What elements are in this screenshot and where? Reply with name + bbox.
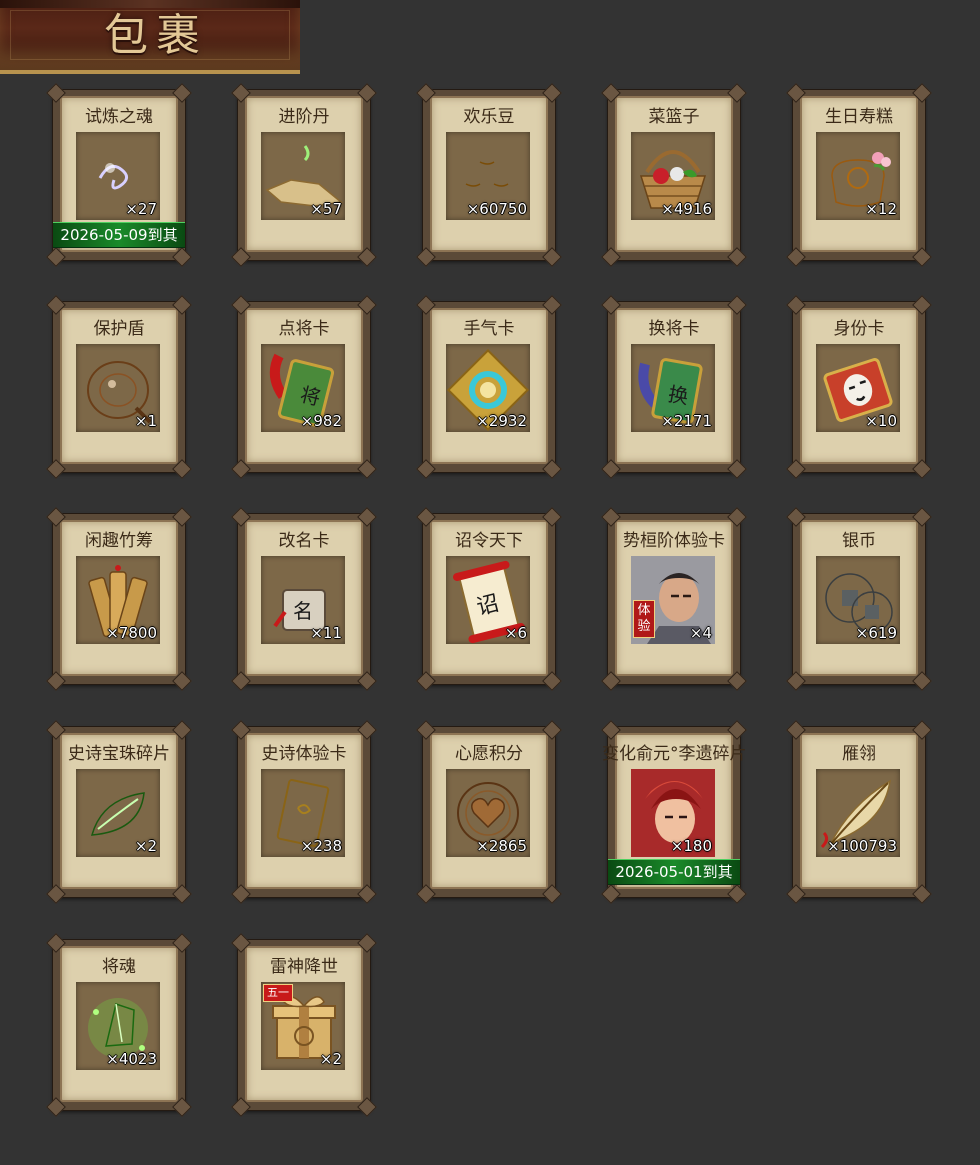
item-name: 保护盾 — [93, 319, 145, 339]
item-icon-slot: ×7800 — [76, 556, 160, 644]
item-name: 进阶丹 — [278, 107, 330, 127]
item-quantity: ×2 — [319, 1050, 342, 1068]
item-quantity: ×100793 — [827, 837, 897, 855]
item-name: 点将卡 — [278, 319, 330, 339]
item-quantity: ×6 — [504, 624, 527, 642]
item-name: 改名卡 — [278, 531, 330, 551]
item-icon-slot: ×4916 — [631, 132, 715, 220]
item-quantity: ×57 — [310, 200, 342, 218]
inventory-item-card[interactable]: 史诗体验卡 ×238 — [231, 720, 377, 904]
inventory-item-card[interactable]: 心愿积分 ×2865 — [416, 720, 562, 904]
item-badge: 五一 — [263, 984, 293, 1002]
inventory-item-card[interactable]: 银币 ×619 — [786, 507, 932, 691]
item-quantity: ×4023 — [106, 1050, 157, 1068]
item-quantity: ×180 — [670, 837, 712, 855]
item-quantity: ×1 — [134, 412, 157, 430]
inventory-item-card[interactable]: 势桓阶体验卡体验 ×4 — [601, 507, 747, 691]
item-icon-slot: ×2865 — [446, 769, 530, 857]
item-name: 换将卡 — [648, 319, 700, 339]
item-quantity: ×238 — [300, 837, 342, 855]
item-badge: 体验 — [633, 600, 655, 638]
inventory-item-card[interactable]: 雷神降世五一 ×2 — [231, 933, 377, 1117]
item-name: 身份卡 — [833, 319, 885, 339]
inventory-item-card[interactable]: 试炼之魂 ×27 2026-05-09到其 — [46, 83, 192, 267]
inventory-item-card[interactable]: 手气卡 ×2932 — [416, 295, 562, 479]
item-icon-slot: ×10 — [816, 344, 900, 432]
expiry-banner: 2026-05-01到其 — [608, 859, 740, 885]
inventory-item-card[interactable]: 雁翎 ×100793 — [786, 720, 932, 904]
item-icon-slot: ×2 — [76, 769, 160, 857]
inventory-item-card[interactable]: 生日寿糕 ×12 — [786, 83, 932, 267]
item-icon-slot: ×180 — [631, 769, 715, 857]
item-icon-slot: ×27 — [76, 132, 160, 220]
page-title: 包裹 — [104, 10, 208, 61]
item-name: 生日寿糕 — [825, 107, 893, 127]
item-quantity: ×619 — [855, 624, 897, 642]
expiry-banner: 2026-05-09到其 — [53, 222, 185, 248]
inventory-item-card[interactable]: 菜篮子 ×4916 — [601, 83, 747, 267]
item-icon-slot: ×57 — [261, 132, 345, 220]
inventory-item-card[interactable]: 身份卡 ×10 — [786, 295, 932, 479]
item-name: 雁翎 — [842, 744, 876, 764]
item-quantity: ×2171 — [661, 412, 712, 430]
item-icon-slot: ×619 — [816, 556, 900, 644]
inventory-item-card[interactable]: 保护盾 ×1 — [46, 295, 192, 479]
item-name: 银币 — [842, 531, 876, 551]
svg-text:名: 名 — [293, 599, 313, 623]
item-name: 手气卡 — [463, 319, 515, 339]
item-icon-slot: 诏 ×6 — [446, 556, 530, 644]
item-icon-slot: 名 ×11 — [261, 556, 345, 644]
item-quantity: ×10 — [865, 412, 897, 430]
item-name: 史诗体验卡 — [261, 744, 347, 764]
inventory-item-card[interactable]: 换将卡换 ×2171 — [601, 295, 747, 479]
item-icon-slot: ×12 — [816, 132, 900, 220]
item-quantity: ×2932 — [476, 412, 527, 430]
inventory-item-card[interactable]: 将魂 ×4023 — [46, 933, 192, 1117]
item-quantity: ×2 — [134, 837, 157, 855]
inventory-item-card[interactable]: 进阶丹 ×57 — [231, 83, 377, 267]
item-icon-slot: 换 ×2171 — [631, 344, 715, 432]
item-quantity: ×27 — [125, 200, 157, 218]
inventory-item-card[interactable]: 史诗宝珠碎片 ×2 — [46, 720, 192, 904]
inventory-item-card[interactable]: 点将卡将 ×982 — [231, 295, 377, 479]
item-icon-slot: ×100793 — [816, 769, 900, 857]
item-icon-slot: ×2932 — [446, 344, 530, 432]
item-quantity: ×11 — [310, 624, 342, 642]
item-icon-slot: ×4023 — [76, 982, 160, 1070]
item-name: 将魂 — [102, 957, 136, 977]
item-quantity: ×982 — [300, 412, 342, 430]
item-name: 欢乐豆 — [463, 107, 515, 127]
inventory-item-card[interactable]: 欢乐豆 ×60750 — [416, 83, 562, 267]
item-name: 菜篮子 — [648, 107, 700, 127]
item-name: 心愿积分 — [455, 744, 523, 764]
item-icon-slot: ×1 — [76, 344, 160, 432]
item-icon-slot: 将 ×982 — [261, 344, 345, 432]
svg-text:换: 换 — [666, 382, 690, 409]
item-quantity: ×2865 — [476, 837, 527, 855]
item-name: 试炼之魂 — [85, 107, 153, 127]
item-name: 闲趣竹筹 — [85, 531, 153, 551]
item-name: 变化俞元°李遗碎片 — [602, 744, 746, 764]
item-quantity: ×12 — [865, 200, 897, 218]
item-icon-slot: ×60750 — [446, 132, 530, 220]
item-icon-slot: 五一 ×2 — [261, 982, 345, 1070]
item-name: 诏令天下 — [455, 531, 523, 551]
item-name: 史诗宝珠碎片 — [68, 744, 170, 764]
inventory-item-card[interactable]: 闲趣竹筹 ×7800 — [46, 507, 192, 691]
item-quantity: ×7800 — [106, 624, 157, 642]
inventory-header: 包裹 — [0, 0, 300, 74]
item-icon-slot: ×238 — [261, 769, 345, 857]
item-icon-slot: 体验 ×4 — [631, 556, 715, 644]
inventory-item-card[interactable]: 变化俞元°李遗碎片 ×180 2026-05-01到其 — [601, 720, 747, 904]
item-quantity: ×4916 — [661, 200, 712, 218]
item-quantity: ×4 — [689, 624, 712, 642]
inventory-item-card[interactable]: 诏令天下诏 ×6 — [416, 507, 562, 691]
item-name: 雷神降世 — [270, 957, 338, 977]
item-quantity: ×60750 — [466, 200, 527, 218]
inventory-item-card[interactable]: 改名卡名 ×11 — [231, 507, 377, 691]
item-name: 势桓阶体验卡 — [623, 531, 725, 551]
